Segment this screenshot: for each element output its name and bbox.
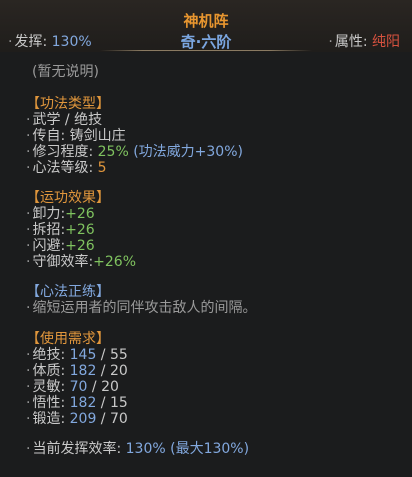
type-line-1: · 武学 / 绝技 — [26, 112, 103, 128]
header-divider — [100, 50, 312, 51]
performance-efficiency: · 当前发挥效率: 130% (最大130%) — [26, 441, 250, 457]
requirement-item: · 悟性: 182 / 15 — [26, 395, 128, 411]
type-line-3: · 修习程度: 25% (功法威力+30%) — [26, 144, 243, 160]
type-line-2: · 传自: 铸剑山庄 — [26, 128, 126, 144]
requirement-item: · 绝技: 145 / 55 — [26, 347, 128, 363]
attribute-stat: · 属性: 纯阳 — [328, 34, 400, 50]
section-heading-requirements: 【使用需求】 — [26, 331, 110, 347]
effect-item: · 拆招:+26 — [26, 222, 95, 238]
effect-item: · 守御效率:+26% — [26, 254, 137, 270]
mind-text: · 缩短运用者的同伴攻击敌人的间隔。 — [26, 300, 257, 316]
effect-item: · 卸力:+26 — [26, 206, 95, 222]
requirement-item: · 锻造: 209 / 70 — [26, 411, 128, 427]
effect-item: · 闪避:+26 — [26, 238, 95, 254]
section-heading-mind: 【心法正练】 — [26, 284, 110, 300]
section-heading-effect: 【运功效果】 — [26, 190, 110, 206]
requirement-item: · 灵敏: 70 / 20 — [26, 379, 119, 395]
requirement-item: · 体质: 182 / 20 — [26, 363, 128, 379]
description: (暂无说明) — [32, 64, 99, 80]
performance-stat: · 发挥: 130% — [8, 34, 92, 50]
tooltip-header: 神机阵 奇·六阶 · 发挥: 130% · 属性: 纯阳 — [0, 0, 412, 52]
type-line-4: · 心法等级: 5 — [26, 160, 107, 176]
skill-title: 神机阵 — [183, 12, 229, 30]
section-heading-type: 【功法类型】 — [26, 96, 110, 112]
